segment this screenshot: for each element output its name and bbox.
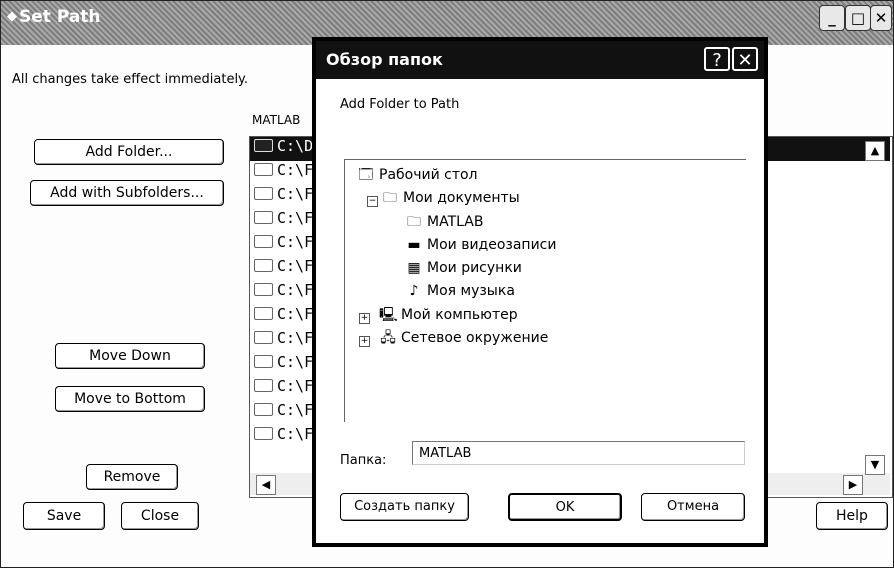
music-folder-icon: ♪ xyxy=(409,282,419,299)
add-with-subfolders-button[interactable]: Add with Subfolders... xyxy=(30,180,224,206)
dialog-title: Обзор папок xyxy=(326,50,443,69)
ok-button[interactable]: OK xyxy=(508,493,622,521)
close-button[interactable]: Close xyxy=(121,502,199,530)
folder-icon xyxy=(254,307,273,320)
folder-tree[interactable]: 🗔 Рабочий стол − 🗀 Мои документы 🗀 MATLAB ▬… xyxy=(344,159,746,422)
path-row[interactable]: C:\F xyxy=(250,233,313,257)
scroll-left-icon[interactable]: ◀ xyxy=(256,475,276,495)
dialog-help-button[interactable]: ? xyxy=(704,47,730,71)
folder-icon xyxy=(254,211,273,224)
desktop-icon: 🗔 xyxy=(358,166,374,183)
folder-icon xyxy=(254,283,273,296)
help-button[interactable]: Help xyxy=(816,502,888,530)
path-row[interactable]: C:\F xyxy=(250,425,313,449)
folder-icon xyxy=(254,427,273,440)
video-folder-icon: ▬ xyxy=(407,236,421,253)
path-row[interactable]: C:\F xyxy=(250,377,313,401)
folder-icon xyxy=(254,403,273,416)
folder-icon xyxy=(254,187,273,200)
minimize-icon: _ xyxy=(828,9,836,27)
add-folder-button[interactable]: Add Folder... xyxy=(34,139,224,165)
path-row[interactable]: C:\F xyxy=(250,209,313,233)
documents-folder-icon: 🗀 xyxy=(383,189,397,206)
tree-node-my-music[interactable]: ♪ Моя музыка xyxy=(405,283,515,299)
save-button[interactable]: Save xyxy=(23,502,105,530)
maximize-button[interactable]: □ xyxy=(845,5,871,31)
remove-button[interactable]: Remove xyxy=(86,464,178,490)
folder-icon xyxy=(254,355,273,368)
list-header: MATLAB xyxy=(252,113,301,127)
collapse-icon[interactable]: − xyxy=(367,196,378,207)
scroll-right-icon[interactable]: ▶ xyxy=(843,475,863,495)
folder-name-input[interactable]: MATLAB xyxy=(412,441,745,465)
path-row[interactable]: C:\F xyxy=(250,353,313,377)
folder-icon: 🗀 xyxy=(407,213,421,230)
dialog-close-button[interactable]: ✕ xyxy=(732,47,758,71)
tree-node-desktop[interactable]: 🗔 Рабочий стол xyxy=(357,166,477,183)
expand-icon[interactable]: + xyxy=(359,336,370,347)
path-row[interactable]: C:\F xyxy=(250,161,313,185)
maximize-icon: □ xyxy=(850,9,866,27)
tree-node-network[interactable]: 🖧 Сетевое окружение xyxy=(379,330,548,346)
network-icon: 🖧 xyxy=(380,329,396,346)
minimize-button[interactable]: _ xyxy=(819,5,845,31)
close-window-button[interactable]: ✕ xyxy=(870,5,892,31)
close-icon: ✕ xyxy=(737,50,753,71)
help-icon: ? xyxy=(712,50,722,71)
new-folder-button[interactable]: Создать папку xyxy=(340,493,469,521)
scroll-down-icon[interactable]: ▼ xyxy=(865,455,885,475)
folder-icon xyxy=(254,331,273,344)
tree-node-my-documents[interactable]: 🗀 Мои документы xyxy=(381,190,520,206)
move-to-bottom-button[interactable]: Move to Bottom xyxy=(55,386,205,412)
dialog-title-bar[interactable]: Обзор папок ? ✕ xyxy=(316,41,764,79)
path-row[interactable]: C:\F xyxy=(250,305,313,329)
folder-icon xyxy=(254,379,273,392)
path-row[interactable]: C:\F xyxy=(250,281,313,305)
folder-icon xyxy=(254,235,273,248)
tree-node-matlab[interactable]: 🗀 MATLAB xyxy=(405,214,483,230)
path-row[interactable]: C:\F xyxy=(250,401,313,425)
path-row[interactable]: C:\F xyxy=(250,257,313,281)
folder-icon xyxy=(254,139,273,152)
window-title: Set Path xyxy=(19,7,101,27)
path-row[interactable]: C:\F xyxy=(250,185,313,209)
tree-node-my-pictures[interactable]: ▦ Мои рисунки xyxy=(405,260,522,276)
computer-icon: 🖳 xyxy=(379,306,398,323)
dialog-description: Add Folder to Path xyxy=(340,97,460,112)
browse-folder-dialog: Обзор папок ? ✕ Add Folder to Path 🗔 Рабо… xyxy=(312,37,768,547)
matlab-logo-icon: ◆ xyxy=(7,9,17,24)
tree-node-my-videos[interactable]: ▬ Мои видеозаписи xyxy=(405,237,556,253)
expand-icon[interactable]: + xyxy=(359,313,370,324)
path-row[interactable]: C:\F xyxy=(250,329,313,353)
close-icon: ✕ xyxy=(874,9,888,27)
pictures-folder-icon: ▦ xyxy=(407,259,421,276)
folder-icon xyxy=(254,259,273,272)
tree-node-my-computer[interactable]: 🖳 Мой компьютер xyxy=(379,307,518,323)
folder-icon xyxy=(254,163,273,176)
move-down-button[interactable]: Move Down xyxy=(55,343,205,369)
cancel-button[interactable]: Отмена xyxy=(641,493,745,521)
folder-label: Папка: xyxy=(340,453,387,468)
info-text: All changes take effect immediately. xyxy=(12,72,249,87)
scroll-up-icon[interactable]: ▲ xyxy=(865,141,885,161)
